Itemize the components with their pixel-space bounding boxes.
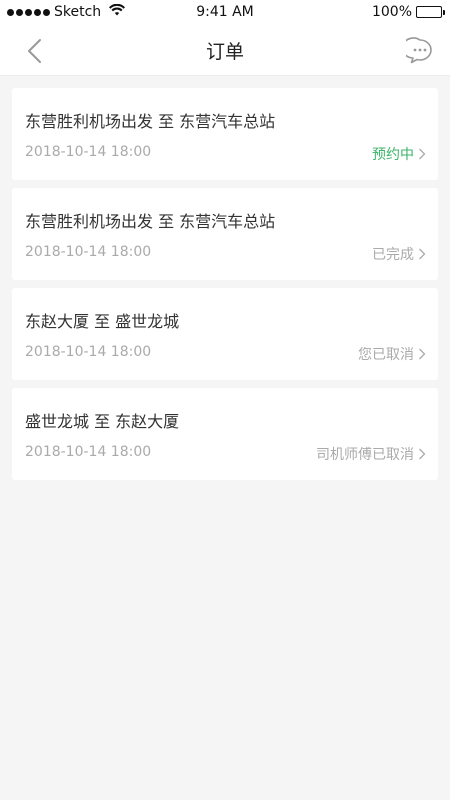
battery-percent: 100% [371,4,412,20]
order-time: 2018-10-14 18:00 [25,144,152,160]
order-card[interactable]: 东营胜利机场出发 至 东营汽车总站 2018-10-14 18:00 预约中 [12,88,438,180]
order-list: 东营胜利机场出发 至 东营汽车总站 2018-10-14 18:00 预约中 东… [0,76,450,480]
battery-icon [416,6,445,18]
order-route: 东营胜利机场出发 至 东营汽车总站 [25,112,276,131]
order-status-label: 已完成 [372,247,414,263]
nav-bar: 订单 [0,26,450,76]
order-status: 司机师傅已取消 [316,444,426,464]
order-time: 2018-10-14 18:00 [25,444,152,460]
order-status: 预约中 [372,144,426,164]
chevron-right-icon [419,248,426,260]
order-route: 东营胜利机场出发 至 东营汽车总站 [25,212,276,231]
order-card[interactable]: 东营胜利机场出发 至 东营汽车总站 2018-10-14 18:00 已完成 [12,188,438,280]
order-card[interactable]: 东赵大厦 至 盛世龙城 2018-10-14 18:00 您已取消 [12,288,438,380]
order-status: 已完成 [372,244,426,264]
order-route: 东赵大厦 至 盛世龙城 [25,312,180,331]
order-status-label: 预约中 [372,147,414,163]
back-button[interactable] [22,37,50,65]
order-status-label: 司机师傅已取消 [316,447,414,463]
page-title: 订单 [205,41,244,63]
chevron-right-icon [419,148,426,160]
order-status-label: 您已取消 [358,347,414,363]
chevron-left-icon [28,39,41,63]
status-bar: Sketch 9:41 AM 100% [0,0,450,26]
status-right: 100% [371,4,445,20]
order-time: 2018-10-14 18:00 [25,244,152,260]
order-time: 2018-10-14 18:00 [25,344,152,360]
order-status: 您已取消 [358,344,426,364]
message-button[interactable] [401,37,434,65]
chat-bubble-icon [401,37,432,64]
order-route: 盛世龙城 至 东赵大厦 [25,412,180,431]
chevron-right-icon [419,348,426,360]
order-card[interactable]: 盛世龙城 至 东赵大厦 2018-10-14 18:00 司机师傅已取消 [12,388,438,480]
chevron-right-icon [419,448,426,460]
